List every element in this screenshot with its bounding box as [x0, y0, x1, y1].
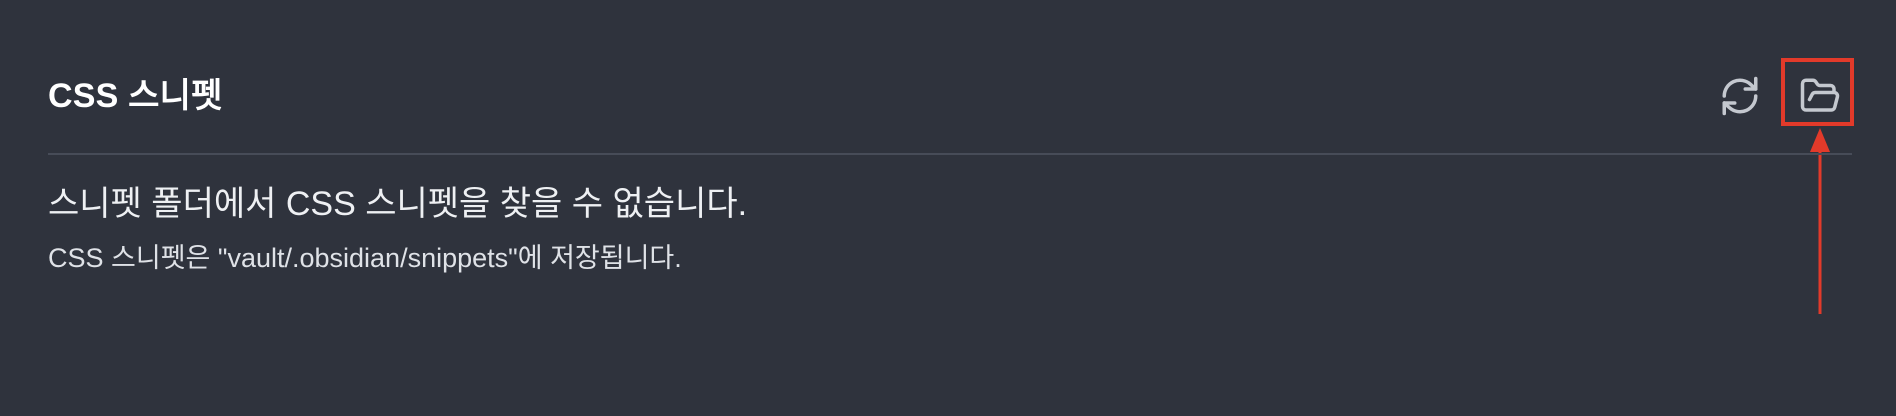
reload-snippets-button[interactable] — [1708, 64, 1772, 128]
section-title: CSS 스니펫 — [48, 77, 223, 115]
empty-state-message: 스니펫 폴더에서 CSS 스니펫을 찾을 수 없습니다. — [48, 185, 748, 223]
section-divider — [48, 153, 1852, 155]
folder-open-icon — [1800, 78, 1840, 112]
empty-state-description: CSS 스니펫은 "vault/.obsidian/snippets"에 저장됩… — [48, 243, 682, 273]
open-snippets-folder-button[interactable] — [1788, 64, 1852, 128]
refresh-cw-icon — [1722, 76, 1758, 116]
